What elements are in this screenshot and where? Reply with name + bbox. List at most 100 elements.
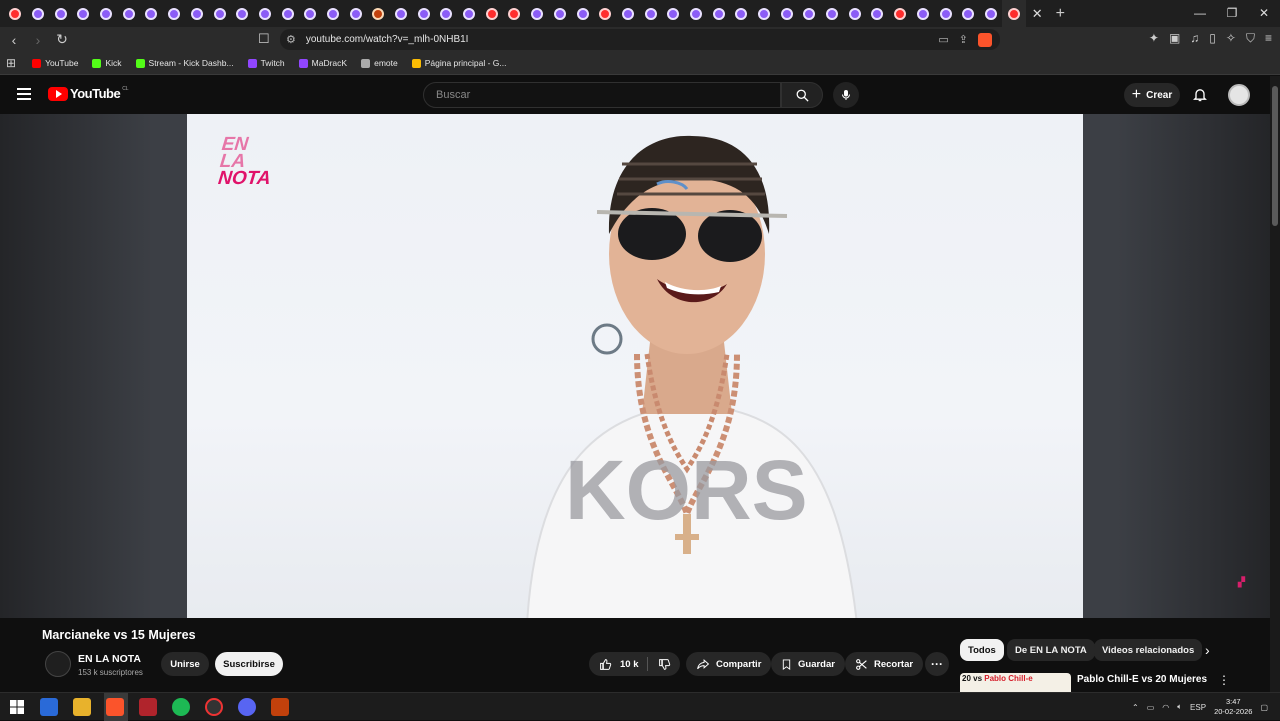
browser-tab[interactable] — [390, 0, 413, 27]
browser-tab[interactable] — [49, 0, 72, 27]
clip-button[interactable]: Recortar — [845, 652, 924, 676]
browser-tab[interactable] — [685, 0, 708, 27]
store-icon[interactable] — [40, 698, 58, 716]
file-explorer-icon[interactable] — [73, 698, 91, 716]
browser-tab[interactable] — [753, 0, 776, 27]
browser-tab[interactable] — [322, 0, 345, 27]
bookmark-item[interactable]: Stream - Kick Dashb... — [135, 58, 234, 68]
related-more-icon[interactable]: ⋮ — [1218, 673, 1230, 687]
chevron-right-icon[interactable]: › — [1205, 642, 1210, 658]
apps-icon[interactable]: ⊞ — [6, 56, 16, 70]
back-icon[interactable]: ‹ — [4, 32, 24, 48]
browser-tab[interactable] — [72, 0, 95, 27]
brave-browser-icon[interactable] — [106, 698, 124, 716]
page-scrollbar[interactable] — [1270, 76, 1280, 696]
clock[interactable]: 3:47 20-02-2026 — [1214, 697, 1252, 717]
browser-tab[interactable] — [412, 0, 435, 27]
browser-tab[interactable] — [730, 0, 753, 27]
maximize-icon[interactable]: ❐ — [1216, 0, 1248, 27]
browser-tab[interactable] — [889, 0, 912, 27]
tab-search-icon[interactable]: ▣ — [1169, 31, 1180, 46]
browser-tab[interactable] — [254, 0, 277, 27]
bookmark-item[interactable]: YouTube — [32, 58, 78, 68]
account-avatar[interactable] — [1228, 84, 1250, 106]
browser-tab[interactable] — [549, 0, 572, 27]
forward-icon[interactable]: › — [28, 32, 48, 48]
browser-tab[interactable] — [276, 0, 299, 27]
search-button[interactable] — [781, 82, 823, 108]
related-video-thumbnail[interactable]: 20 vs Pablo Chill-e — [960, 673, 1071, 692]
site-settings-icon[interactable]: ⚙ — [286, 33, 296, 46]
join-button[interactable]: Unirse — [161, 652, 209, 676]
leo-icon[interactable]: ✧ — [1226, 31, 1236, 46]
channel-watermark[interactable]: ▞ — [1238, 577, 1258, 597]
browser-tab[interactable] — [480, 0, 503, 27]
browser-tab[interactable] — [140, 0, 163, 27]
chip-all[interactable]: Todos — [960, 639, 1004, 661]
network-icon[interactable]: ▭ — [1147, 703, 1155, 712]
bookmark-item[interactable]: Twitch — [247, 58, 285, 68]
bookmark-item[interactable]: Kick — [92, 58, 122, 68]
voice-search-button[interactable] — [833, 82, 859, 108]
chip-from-channel[interactable]: De EN LA NOTA — [1007, 639, 1095, 661]
cast-icon[interactable]: ▭ — [938, 33, 948, 47]
bookmark-page-icon[interactable]: ☐ — [258, 31, 270, 47]
browser-tab[interactable] — [458, 0, 481, 27]
browser-tab[interactable] — [707, 0, 730, 27]
subscribe-button[interactable]: Suscribirse — [215, 652, 283, 676]
browser-tab[interactable] — [594, 0, 617, 27]
browser-tab[interactable] — [95, 0, 118, 27]
browser-tab[interactable] — [367, 0, 390, 27]
create-button[interactable]: + Crear — [1124, 83, 1180, 107]
windows-start-icon[interactable] — [8, 698, 26, 716]
obs-icon[interactable] — [205, 698, 223, 716]
related-video-title[interactable]: Pablo Chill-E vs 20 Mujeres — [1077, 674, 1207, 685]
browser-tab[interactable] — [912, 0, 935, 27]
sidebar-icon[interactable]: ▯ — [1209, 31, 1216, 46]
scrollbar-thumb[interactable] — [1272, 86, 1278, 226]
media-icon[interactable]: ♫ — [1190, 31, 1199, 46]
bookmark-item[interactable]: emote — [361, 58, 398, 68]
dislike-button[interactable] — [648, 658, 680, 671]
browser-tab[interactable] — [662, 0, 685, 27]
address-bar[interactable]: ⚙ youtube.com/watch?v=_mlh-0NHB1I ▭ ⇪ — [280, 29, 1000, 50]
tray-chevron-icon[interactable]: ⌃ — [1132, 703, 1139, 712]
chip-related[interactable]: Videos relacionados — [1094, 639, 1203, 661]
bookmark-item[interactable]: Página principal - G... — [411, 58, 506, 68]
video-player[interactable]: EN LA NOTA KORS — [187, 114, 1083, 618]
bookmark-item[interactable]: MaDracK — [298, 58, 347, 68]
brave-shields-icon[interactable] — [978, 32, 992, 47]
like-button[interactable]: 10 k — [589, 658, 647, 671]
browser-tab[interactable] — [27, 0, 50, 27]
voicemeeter-icon[interactable] — [139, 698, 157, 716]
browser-tab[interactable] — [934, 0, 957, 27]
browser-tab[interactable] — [821, 0, 844, 27]
channel-avatar[interactable] — [45, 651, 71, 677]
browser-tab[interactable] — [526, 0, 549, 27]
vpn-icon[interactable]: ⛉ — [1246, 31, 1255, 46]
browser-tab[interactable] — [435, 0, 458, 27]
browser-tab[interactable] — [344, 0, 367, 27]
volume-icon[interactable]: 🔈︎ — [1177, 702, 1182, 712]
browser-tab[interactable] — [980, 0, 1003, 27]
browser-tab[interactable] — [117, 0, 140, 27]
browser-tab[interactable] — [231, 0, 254, 27]
extensions-icon[interactable]: ✦ — [1149, 31, 1159, 46]
browser-tab[interactable] — [798, 0, 821, 27]
browser-tab[interactable] — [866, 0, 889, 27]
notification-center-icon[interactable]: ▢ — [1260, 703, 1268, 712]
guide-menu-icon[interactable] — [17, 88, 31, 100]
new-tab-button[interactable]: + — [1048, 5, 1072, 23]
browser-tab[interactable] — [775, 0, 798, 27]
share-button[interactable]: Compartir — [686, 652, 772, 676]
browser-tab[interactable] — [299, 0, 322, 27]
browser-tab[interactable] — [957, 0, 980, 27]
language-indicator[interactable]: ESP — [1190, 703, 1206, 712]
discord-icon[interactable] — [238, 698, 256, 716]
reload-icon[interactable]: ↻ — [52, 31, 72, 48]
browser-tab[interactable] — [617, 0, 640, 27]
wifi-icon[interactable]: ◠ — [1162, 703, 1169, 712]
channel-name[interactable]: EN LA NOTA — [78, 653, 141, 665]
browser-tab[interactable] — [1002, 0, 1027, 27]
save-button[interactable]: Guardar — [771, 652, 845, 676]
